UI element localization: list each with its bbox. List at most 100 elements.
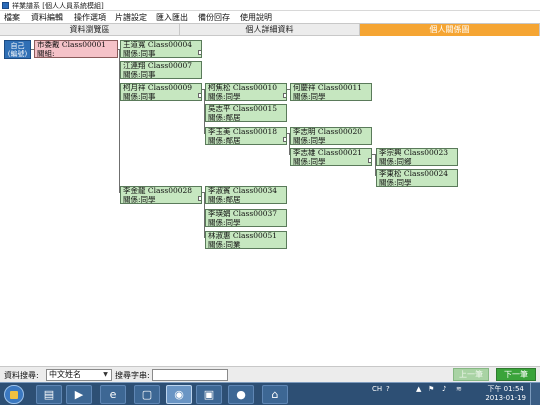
person-node[interactable]: 吳志平 Class00015 關係:鄰居 bbox=[205, 104, 287, 122]
paint-icon: ● bbox=[236, 388, 246, 401]
node-relation: 關係:同事 bbox=[123, 93, 156, 101]
person-node[interactable]: 王道寬 Class00004 關係:同事 bbox=[120, 40, 202, 58]
search-field-select[interactable]: 中文姓名 ▼ bbox=[46, 369, 112, 381]
node-name: 李宗興 Class00023 bbox=[379, 149, 449, 157]
help-icon[interactable]: ? bbox=[386, 385, 390, 393]
menu-file[interactable]: 檔案 bbox=[4, 12, 20, 23]
search-input[interactable] bbox=[152, 369, 228, 381]
start-button[interactable] bbox=[4, 385, 24, 404]
app-window-icon: ◉ bbox=[174, 388, 184, 401]
person-node[interactable]: 李志明 Class00020 關係:同學 bbox=[290, 127, 372, 145]
node-relation: 關係:鄰居 bbox=[208, 196, 241, 204]
menu-pedigree-settings[interactable]: 片譜設定 bbox=[115, 12, 147, 23]
search-bar: 資料搜尋: 中文姓名 ▼ 搜尋字串: 上一筆 下一筆 bbox=[0, 366, 540, 382]
taskbar-explorer-button[interactable]: ▤ bbox=[36, 385, 62, 404]
person-node[interactable]: 何慶祥 Class00011 關係:同學 bbox=[290, 83, 372, 101]
root-person-node[interactable]: 市委戴 Class00001 關組: bbox=[34, 40, 118, 58]
node-relation: 關係:鄰居 bbox=[208, 137, 241, 145]
node-name: 吳志平 Class00015 bbox=[208, 105, 278, 113]
menu-backup-restore[interactable]: 備份回存 bbox=[198, 12, 230, 23]
person-node[interactable]: 李金龍 Class00028 關係:同學 bbox=[120, 186, 202, 204]
node-name: 柯月祥 Class00009 bbox=[123, 84, 193, 92]
taskbar-active-app-button[interactable]: ◉ bbox=[166, 385, 192, 404]
node-name: 王道寬 Class00004 bbox=[123, 41, 193, 49]
menu-import-export[interactable]: 匯入匯出 bbox=[156, 12, 188, 23]
title-bar: 祥業譜系 [個人人員系統模組] bbox=[0, 0, 540, 11]
menu-data-edit[interactable]: 資料編輯 bbox=[31, 12, 63, 23]
taskbar: ▤ ▶ e ▢ ◉ ▣ ● ⌂ CH ? ▲ ⚑ ♪ ≋ 下午 01:54 20… bbox=[0, 382, 540, 405]
clock[interactable]: 下午 01:54 2013-01-19 bbox=[485, 385, 526, 403]
tray-lang[interactable]: CH bbox=[372, 385, 382, 393]
self-node-sublabel: (編號) bbox=[7, 50, 28, 58]
taskbar-home-button[interactable]: ⌂ bbox=[262, 385, 288, 404]
node-relation: 關係:同事 bbox=[123, 71, 156, 79]
expand-arrow-icon[interactable] bbox=[283, 93, 286, 98]
play-icon: ▶ bbox=[74, 388, 84, 401]
person-node[interactable]: 李宗興 Class00023 關係:同鄉 bbox=[376, 148, 458, 166]
node-name: 李志雄 Class00021 bbox=[293, 149, 363, 157]
tab-relationship-graph[interactable]: 個人關係圖 bbox=[360, 24, 540, 36]
windows-logo-icon bbox=[10, 391, 18, 399]
notification-arrow-icon[interactable]: ▲ bbox=[416, 385, 421, 393]
node-name: 李瑛娟 Class00037 bbox=[208, 210, 278, 218]
menu-operation-options[interactable]: 操作選項 bbox=[74, 12, 106, 23]
network-icon[interactable]: ≋ bbox=[456, 385, 462, 393]
chevron-down-icon[interactable]: ▼ bbox=[101, 371, 110, 379]
window-title: 祥業譜系 [個人人員系統模組] bbox=[12, 2, 104, 10]
taskbar-app-button[interactable]: ▢ bbox=[134, 385, 160, 404]
person-node[interactable]: 李瑛娟 Class00037 關係:同學 bbox=[205, 209, 287, 227]
node-name: 李金龍 Class00028 bbox=[123, 187, 193, 195]
volume-icon[interactable]: ♪ bbox=[442, 385, 446, 393]
node-relation: 關係:同學 bbox=[379, 179, 412, 187]
node-relation: 關係:同學 bbox=[293, 158, 326, 166]
self-node-label: 自己 bbox=[10, 42, 25, 50]
folder-icon: ▤ bbox=[43, 388, 55, 401]
flag-icon[interactable]: ⚑ bbox=[428, 385, 434, 393]
self-node[interactable]: 自己 (編號) bbox=[4, 40, 31, 59]
expand-arrow-icon[interactable] bbox=[283, 137, 286, 142]
node-name: 何慶祥 Class00011 bbox=[293, 84, 363, 92]
node-name: 林淑惠 Class00051 bbox=[208, 232, 278, 240]
node-relation: 關係:鄰居 bbox=[208, 114, 241, 122]
search-field-value: 中文姓名 bbox=[49, 370, 81, 379]
tab-data-browse[interactable]: 資料瀏覽區 bbox=[0, 24, 180, 36]
taskbar-browser-button[interactable]: e bbox=[100, 385, 126, 404]
person-node[interactable]: 李淑賓 Class00034 關係:鄰居 bbox=[205, 186, 287, 204]
node-relation: 關係:同業 bbox=[208, 241, 241, 249]
person-node[interactable]: 李志雄 Class00021 關係:同學 bbox=[290, 148, 372, 166]
taskbar-app-button[interactable]: ▣ bbox=[196, 385, 222, 404]
clock-time: 下午 01:54 bbox=[487, 385, 524, 393]
home-icon: ⌂ bbox=[271, 388, 279, 401]
window-icon: ▣ bbox=[203, 388, 215, 401]
node-name: 江連翔 Class00007 bbox=[123, 62, 193, 70]
node-name: 李玉美 Class00018 bbox=[208, 128, 278, 136]
taskbar-media-button[interactable]: ▶ bbox=[66, 385, 92, 404]
node-name: 李東松 Class00024 bbox=[379, 170, 449, 178]
clock-date: 2013-01-19 bbox=[485, 394, 526, 402]
person-node[interactable]: 江連翔 Class00007 關係:同事 bbox=[120, 61, 202, 79]
node-relation: 關係:同事 bbox=[123, 50, 156, 58]
show-desktop-button[interactable] bbox=[530, 383, 540, 405]
tab-personal-details[interactable]: 個人詳細資料 bbox=[180, 24, 360, 36]
expand-arrow-icon[interactable] bbox=[198, 50, 201, 55]
node-relation: 關係:同學 bbox=[293, 137, 326, 145]
window-icon: ▢ bbox=[141, 388, 153, 401]
person-node[interactable]: 林淑惠 Class00051 關係:同業 bbox=[205, 231, 287, 249]
expand-arrow-icon[interactable] bbox=[198, 93, 201, 98]
node-relation: 關組: bbox=[37, 50, 55, 58]
next-record-button[interactable]: 下一筆 bbox=[496, 368, 536, 381]
person-node[interactable]: 柯月祥 Class00009 關係:同事 bbox=[120, 83, 202, 101]
person-node[interactable]: 李東松 Class00024 關係:同學 bbox=[376, 169, 458, 187]
taskbar-paint-button[interactable]: ● bbox=[228, 385, 254, 404]
expand-arrow-icon[interactable] bbox=[368, 158, 371, 163]
app-icon bbox=[2, 2, 9, 9]
expand-arrow-icon[interactable] bbox=[198, 196, 201, 201]
prev-record-button[interactable]: 上一筆 bbox=[453, 368, 489, 381]
relationship-graph-canvas: 自己 (編號) 市委戴 Class00001 關組: 王道寬 Class0000… bbox=[0, 36, 540, 366]
person-node[interactable]: 李玉美 Class00018 關係:鄰居 bbox=[205, 127, 287, 145]
node-relation: 關係:同學 bbox=[208, 93, 241, 101]
node-relation: 關係:同學 bbox=[293, 93, 326, 101]
menu-help[interactable]: 使用說明 bbox=[240, 12, 272, 23]
person-node[interactable]: 柯焦松 Class00010 關係:同學 bbox=[205, 83, 287, 101]
node-name: 柯焦松 Class00010 bbox=[208, 84, 278, 92]
